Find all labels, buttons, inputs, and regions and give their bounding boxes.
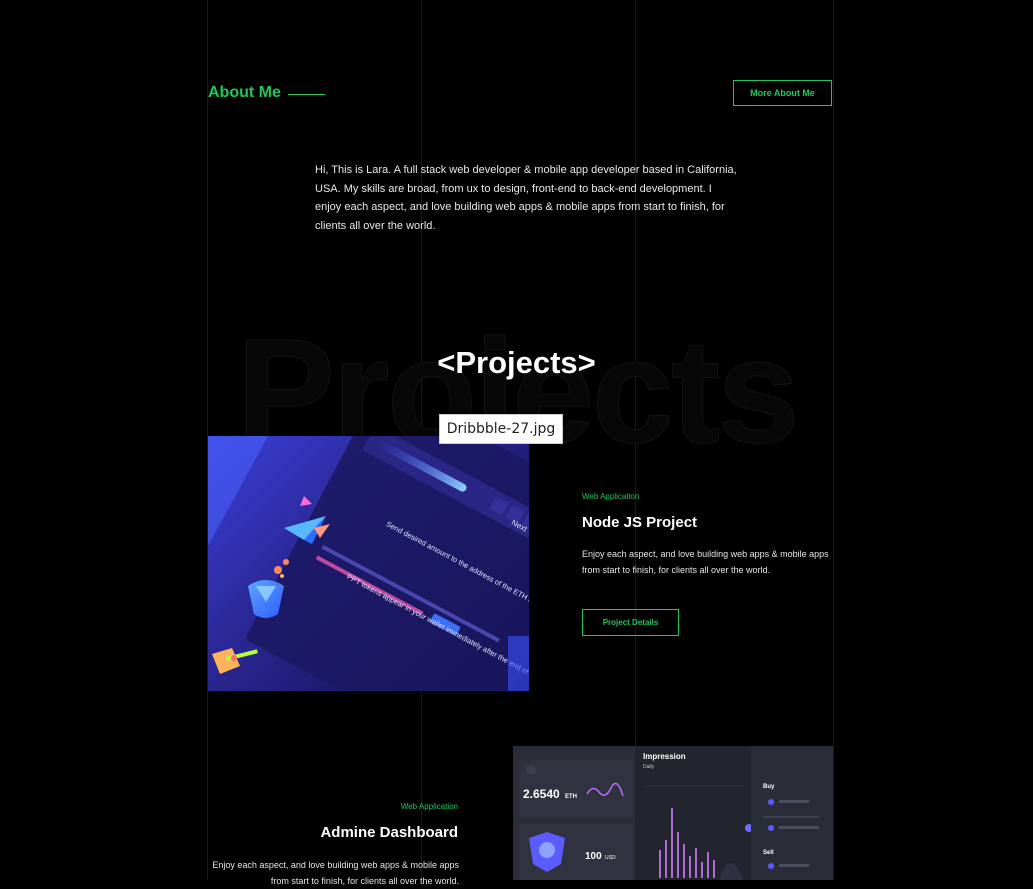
eth-unit: ETH [565,794,577,800]
project-thumbnail-admine-dashboard[interactable]: 2.6540 ETH 100 USD Impression Daily Buy [513,746,833,880]
usd-value: 100 [585,851,602,862]
project-tag: Web Application [582,492,640,501]
project-details-button[interactable]: Project Details [582,609,679,636]
more-about-me-button[interactable]: More About Me [733,80,832,106]
usd-unit: USD [605,855,616,861]
buy-label: Buy [763,784,775,790]
dashboard-illustration: 2.6540 ETH 100 USD Impression Daily Buy [513,746,833,880]
project-description: Enjoy each aspect, and love building web… [582,549,829,575]
sell-label: Sell [763,850,774,856]
about-title: About Me [208,84,281,101]
project-title: Admine Dashboard [320,824,458,841]
project-thumbnail-node-js[interactable]: Send desired amount to the address of th… [208,436,529,691]
crypto-illustration: Send desired amount to the address of th… [208,436,529,691]
daily-label: Daily [643,764,655,770]
project-description: Enjoy each aspect, and love building web… [212,860,459,886]
eth-value: 2.6540 [523,787,560,801]
about-title-underline [288,94,325,95]
projects-title: <Projects> [437,345,596,380]
impression-label: Impression [643,752,686,761]
project-title: Node JS Project [582,514,698,531]
image-tooltip: Dribbble-27.jpg [439,414,563,444]
project-tag: Web Application [400,802,458,811]
about-description: Hi, This is Lara. A full stack web devel… [315,164,737,232]
